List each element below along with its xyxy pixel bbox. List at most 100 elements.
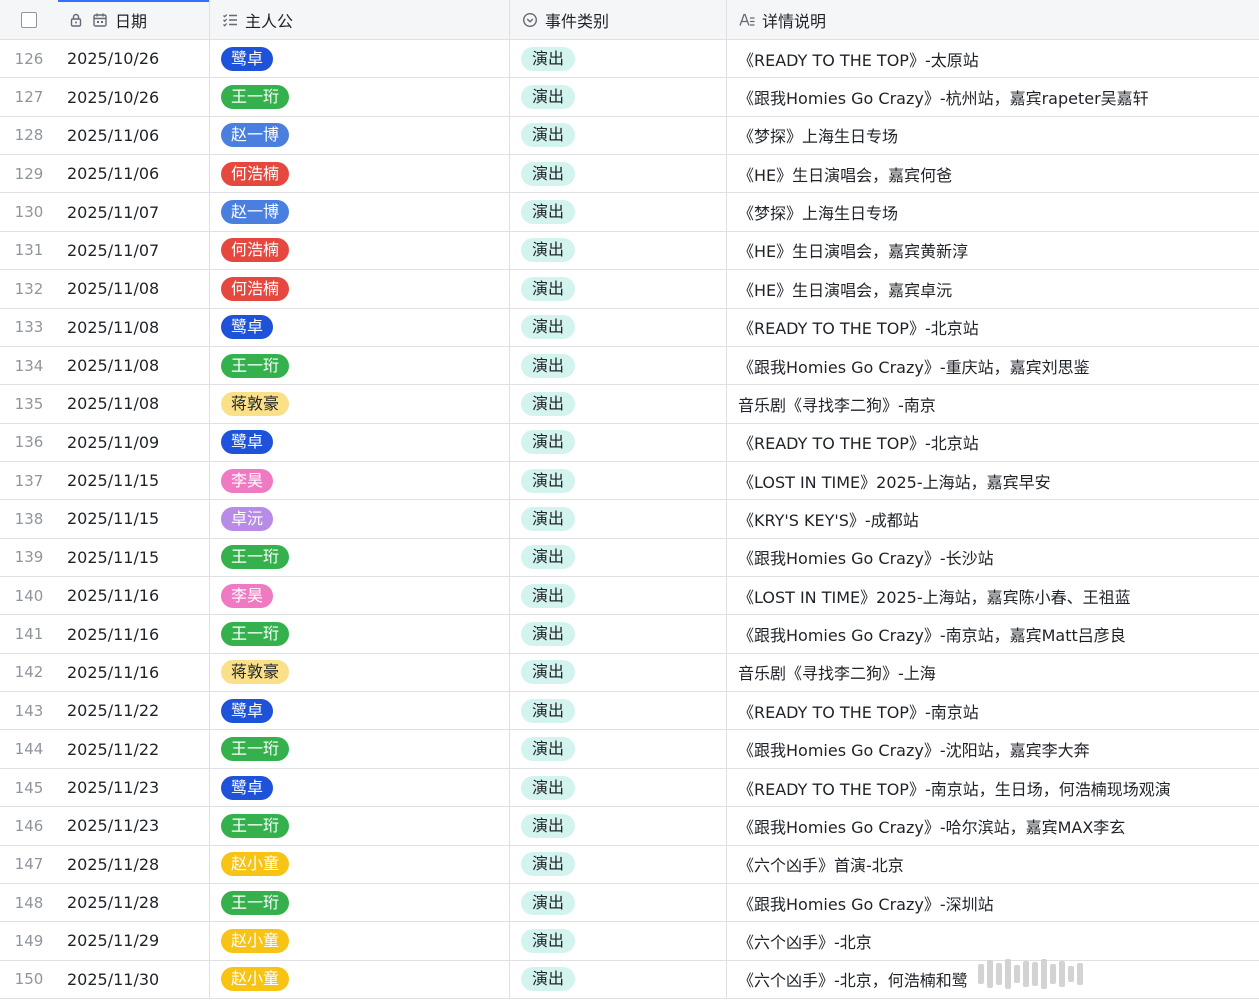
protagonist-cell[interactable]: 王一珩: [211, 346, 510, 385]
row-index[interactable]: 138: [0, 500, 58, 537]
table-row[interactable]: 133 2025/11/08 鹭卓 演出 《READY TO THE TOP》-北京站: [0, 308, 1259, 347]
table-row[interactable]: 135 2025/11/08 蒋敦豪 演出 音乐剧《寻找李二狗》-南京: [0, 385, 1259, 424]
table-row[interactable]: 149 2025/11/29 赵小童 演出 《六个凶手》-北京: [0, 922, 1259, 961]
protagonist-cell[interactable]: 鹭卓: [211, 423, 510, 461]
event-type-cell[interactable]: 演出: [511, 308, 727, 346]
event-type-cell[interactable]: 演出: [511, 500, 727, 538]
description-cell[interactable]: 《跟我Homies Go Crazy》-长沙站: [728, 539, 1259, 576]
date-cell[interactable]: 2025/11/23: [58, 768, 210, 807]
row-index[interactable]: 148: [0, 884, 58, 921]
event-type-cell[interactable]: 演出: [511, 78, 727, 116]
date-cell[interactable]: 2025/11/08: [58, 346, 210, 385]
row-index[interactable]: 140: [0, 577, 58, 614]
event-type-cell[interactable]: 演出: [511, 231, 727, 270]
date-cell[interactable]: 2025/11/28: [58, 883, 210, 922]
date-cell[interactable]: 2025/11/09: [58, 423, 210, 461]
protagonist-cell[interactable]: 王一珩: [211, 538, 510, 577]
protagonist-cell[interactable]: 王一珩: [211, 883, 510, 922]
table-row[interactable]: 146 2025/11/23 王一珩 演出 《跟我Homies Go Crazy》-哈尔…: [0, 807, 1259, 846]
row-index[interactable]: 127: [0, 78, 58, 115]
date-cell[interactable]: 2025/11/06: [58, 155, 210, 193]
event-type-cell[interactable]: 演出: [511, 193, 727, 231]
protagonist-cell[interactable]: 赵一博: [211, 193, 510, 231]
protagonist-cell[interactable]: 王一珩: [211, 807, 510, 845]
event-type-cell[interactable]: 演出: [511, 346, 727, 385]
event-type-cell[interactable]: 演出: [511, 538, 727, 577]
select-all-checkbox[interactable]: [21, 11, 37, 28]
event-type-cell[interactable]: 演出: [511, 960, 727, 998]
table-row[interactable]: 144 2025/11/22 王一珩 演出 《跟我Homies Go Crazy》-沈阳…: [0, 730, 1259, 769]
table-row[interactable]: 132 2025/11/08 何浩楠 演出 《HE》生日演唱会，嘉宾卓沅: [0, 270, 1259, 309]
protagonist-cell[interactable]: 鹭卓: [211, 768, 510, 807]
protagonist-cell[interactable]: 李昊: [211, 577, 510, 615]
description-cell[interactable]: 《READY TO THE TOP》-北京站: [728, 424, 1259, 461]
row-index[interactable]: 142: [0, 654, 58, 691]
date-cell[interactable]: 2025/11/15: [58, 538, 210, 577]
protagonist-cell[interactable]: 鹭卓: [211, 692, 510, 730]
protagonist-cell[interactable]: 蒋敦豪: [211, 653, 510, 692]
event-type-cell[interactable]: 演出: [511, 730, 727, 768]
description-cell[interactable]: 《READY TO THE TOP》-南京站: [728, 692, 1259, 729]
table-row[interactable]: 141 2025/11/16 王一珩 演出 《跟我Homies Go Crazy》-南京…: [0, 615, 1259, 654]
description-cell[interactable]: 《LOST IN TIME》2025-上海站，嘉宾早安: [728, 462, 1259, 499]
date-cell[interactable]: 2025/11/15: [58, 461, 210, 500]
event-type-cell[interactable]: 演出: [511, 615, 727, 653]
event-type-cell[interactable]: 演出: [511, 423, 727, 461]
description-cell[interactable]: 《READY TO THE TOP》-南京站，生日场，何浩楠现场观演: [728, 769, 1259, 806]
protagonist-cell[interactable]: 何浩楠: [211, 270, 510, 308]
row-index[interactable]: 141: [0, 615, 58, 652]
description-cell[interactable]: 《跟我Homies Go Crazy》-沈阳站，嘉宾李大奔: [728, 730, 1259, 767]
event-type-cell[interactable]: 演出: [511, 807, 727, 845]
date-cell[interactable]: 2025/11/22: [58, 730, 210, 768]
table-row[interactable]: 134 2025/11/08 王一珩 演出 《跟我Homies Go Crazy》-重庆…: [0, 346, 1259, 386]
table-row[interactable]: 131 2025/11/07 何浩楠 演出 《HE》生日演唱会，嘉宾黄新淳: [0, 231, 1259, 271]
description-cell[interactable]: 音乐剧《寻找李二狗》-南京: [728, 385, 1259, 422]
row-index[interactable]: 130: [0, 193, 58, 230]
description-cell[interactable]: 《六个凶手》-北京: [728, 922, 1259, 959]
column-header-date[interactable]: 日期: [58, 0, 210, 39]
date-cell[interactable]: 2025/11/16: [58, 577, 210, 615]
protagonist-cell[interactable]: 鹭卓: [211, 40, 510, 78]
description-cell[interactable]: 《跟我Homies Go Crazy》-重庆站，嘉宾刘思鉴: [728, 347, 1259, 384]
table-row[interactable]: 129 2025/11/06 何浩楠 演出 《HE》生日演唱会，嘉宾何爸: [0, 155, 1259, 194]
row-index[interactable]: 139: [0, 539, 58, 576]
column-header-description[interactable]: 详情说明: [728, 0, 1259, 39]
description-cell[interactable]: 《HE》生日演唱会，嘉宾何爸: [728, 155, 1259, 192]
event-type-cell[interactable]: 演出: [511, 116, 727, 155]
row-index[interactable]: 137: [0, 462, 58, 499]
event-type-cell[interactable]: 演出: [511, 768, 727, 807]
description-cell[interactable]: 《跟我Homies Go Crazy》-南京站，嘉宾Matt吕彦良: [728, 615, 1259, 652]
date-cell[interactable]: 2025/11/22: [58, 692, 210, 730]
row-index[interactable]: 136: [0, 424, 58, 461]
description-cell[interactable]: 《HE》生日演唱会，嘉宾卓沅: [728, 270, 1259, 307]
table-row[interactable]: 127 2025/10/26 王一珩 演出 《跟我Homies Go Crazy》-杭州…: [0, 78, 1259, 117]
protagonist-cell[interactable]: 赵一博: [211, 116, 510, 155]
table-row[interactable]: 138 2025/11/15 卓沅 演出 《KRY'S KEY'S》-成都站: [0, 500, 1259, 539]
table-row[interactable]: 128 2025/11/06 赵一博 演出 《梦探》上海生日专场: [0, 116, 1259, 156]
date-cell[interactable]: 2025/10/26: [58, 40, 210, 78]
date-cell[interactable]: 2025/11/28: [58, 845, 210, 883]
date-cell[interactable]: 2025/11/16: [58, 653, 210, 692]
table-row[interactable]: 140 2025/11/16 李昊 演出 《LOST IN TIME》2025-上海站，…: [0, 577, 1259, 616]
table-row[interactable]: 136 2025/11/09 鹭卓 演出 《READY TO THE TOP》-北京站: [0, 423, 1259, 462]
description-cell[interactable]: 《六个凶手》首演-北京: [728, 846, 1259, 883]
table-row[interactable]: 148 2025/11/28 王一珩 演出 《跟我Homies Go Crazy》-深圳…: [0, 883, 1259, 923]
description-cell[interactable]: 《HE》生日演唱会，嘉宾黄新淳: [728, 232, 1259, 269]
row-index[interactable]: 150: [0, 961, 58, 998]
description-cell[interactable]: 《READY TO THE TOP》-太原站: [728, 40, 1259, 77]
protagonist-cell[interactable]: 卓沅: [211, 500, 510, 538]
protagonist-cell[interactable]: 赵小童: [211, 960, 510, 998]
date-cell[interactable]: 2025/11/23: [58, 807, 210, 845]
event-type-cell[interactable]: 演出: [511, 922, 727, 960]
protagonist-cell[interactable]: 李昊: [211, 461, 510, 500]
date-cell[interactable]: 2025/11/07: [58, 231, 210, 270]
event-type-cell[interactable]: 演出: [511, 845, 727, 883]
description-cell[interactable]: 《梦探》上海生日专场: [728, 117, 1259, 154]
row-index[interactable]: 147: [0, 846, 58, 883]
event-type-cell[interactable]: 演出: [511, 270, 727, 308]
date-cell[interactable]: 2025/11/07: [58, 193, 210, 231]
event-type-cell[interactable]: 演出: [511, 692, 727, 730]
protagonist-cell[interactable]: 赵小童: [211, 922, 510, 960]
row-index[interactable]: 143: [0, 692, 58, 729]
date-cell[interactable]: 2025/11/30: [58, 960, 210, 998]
